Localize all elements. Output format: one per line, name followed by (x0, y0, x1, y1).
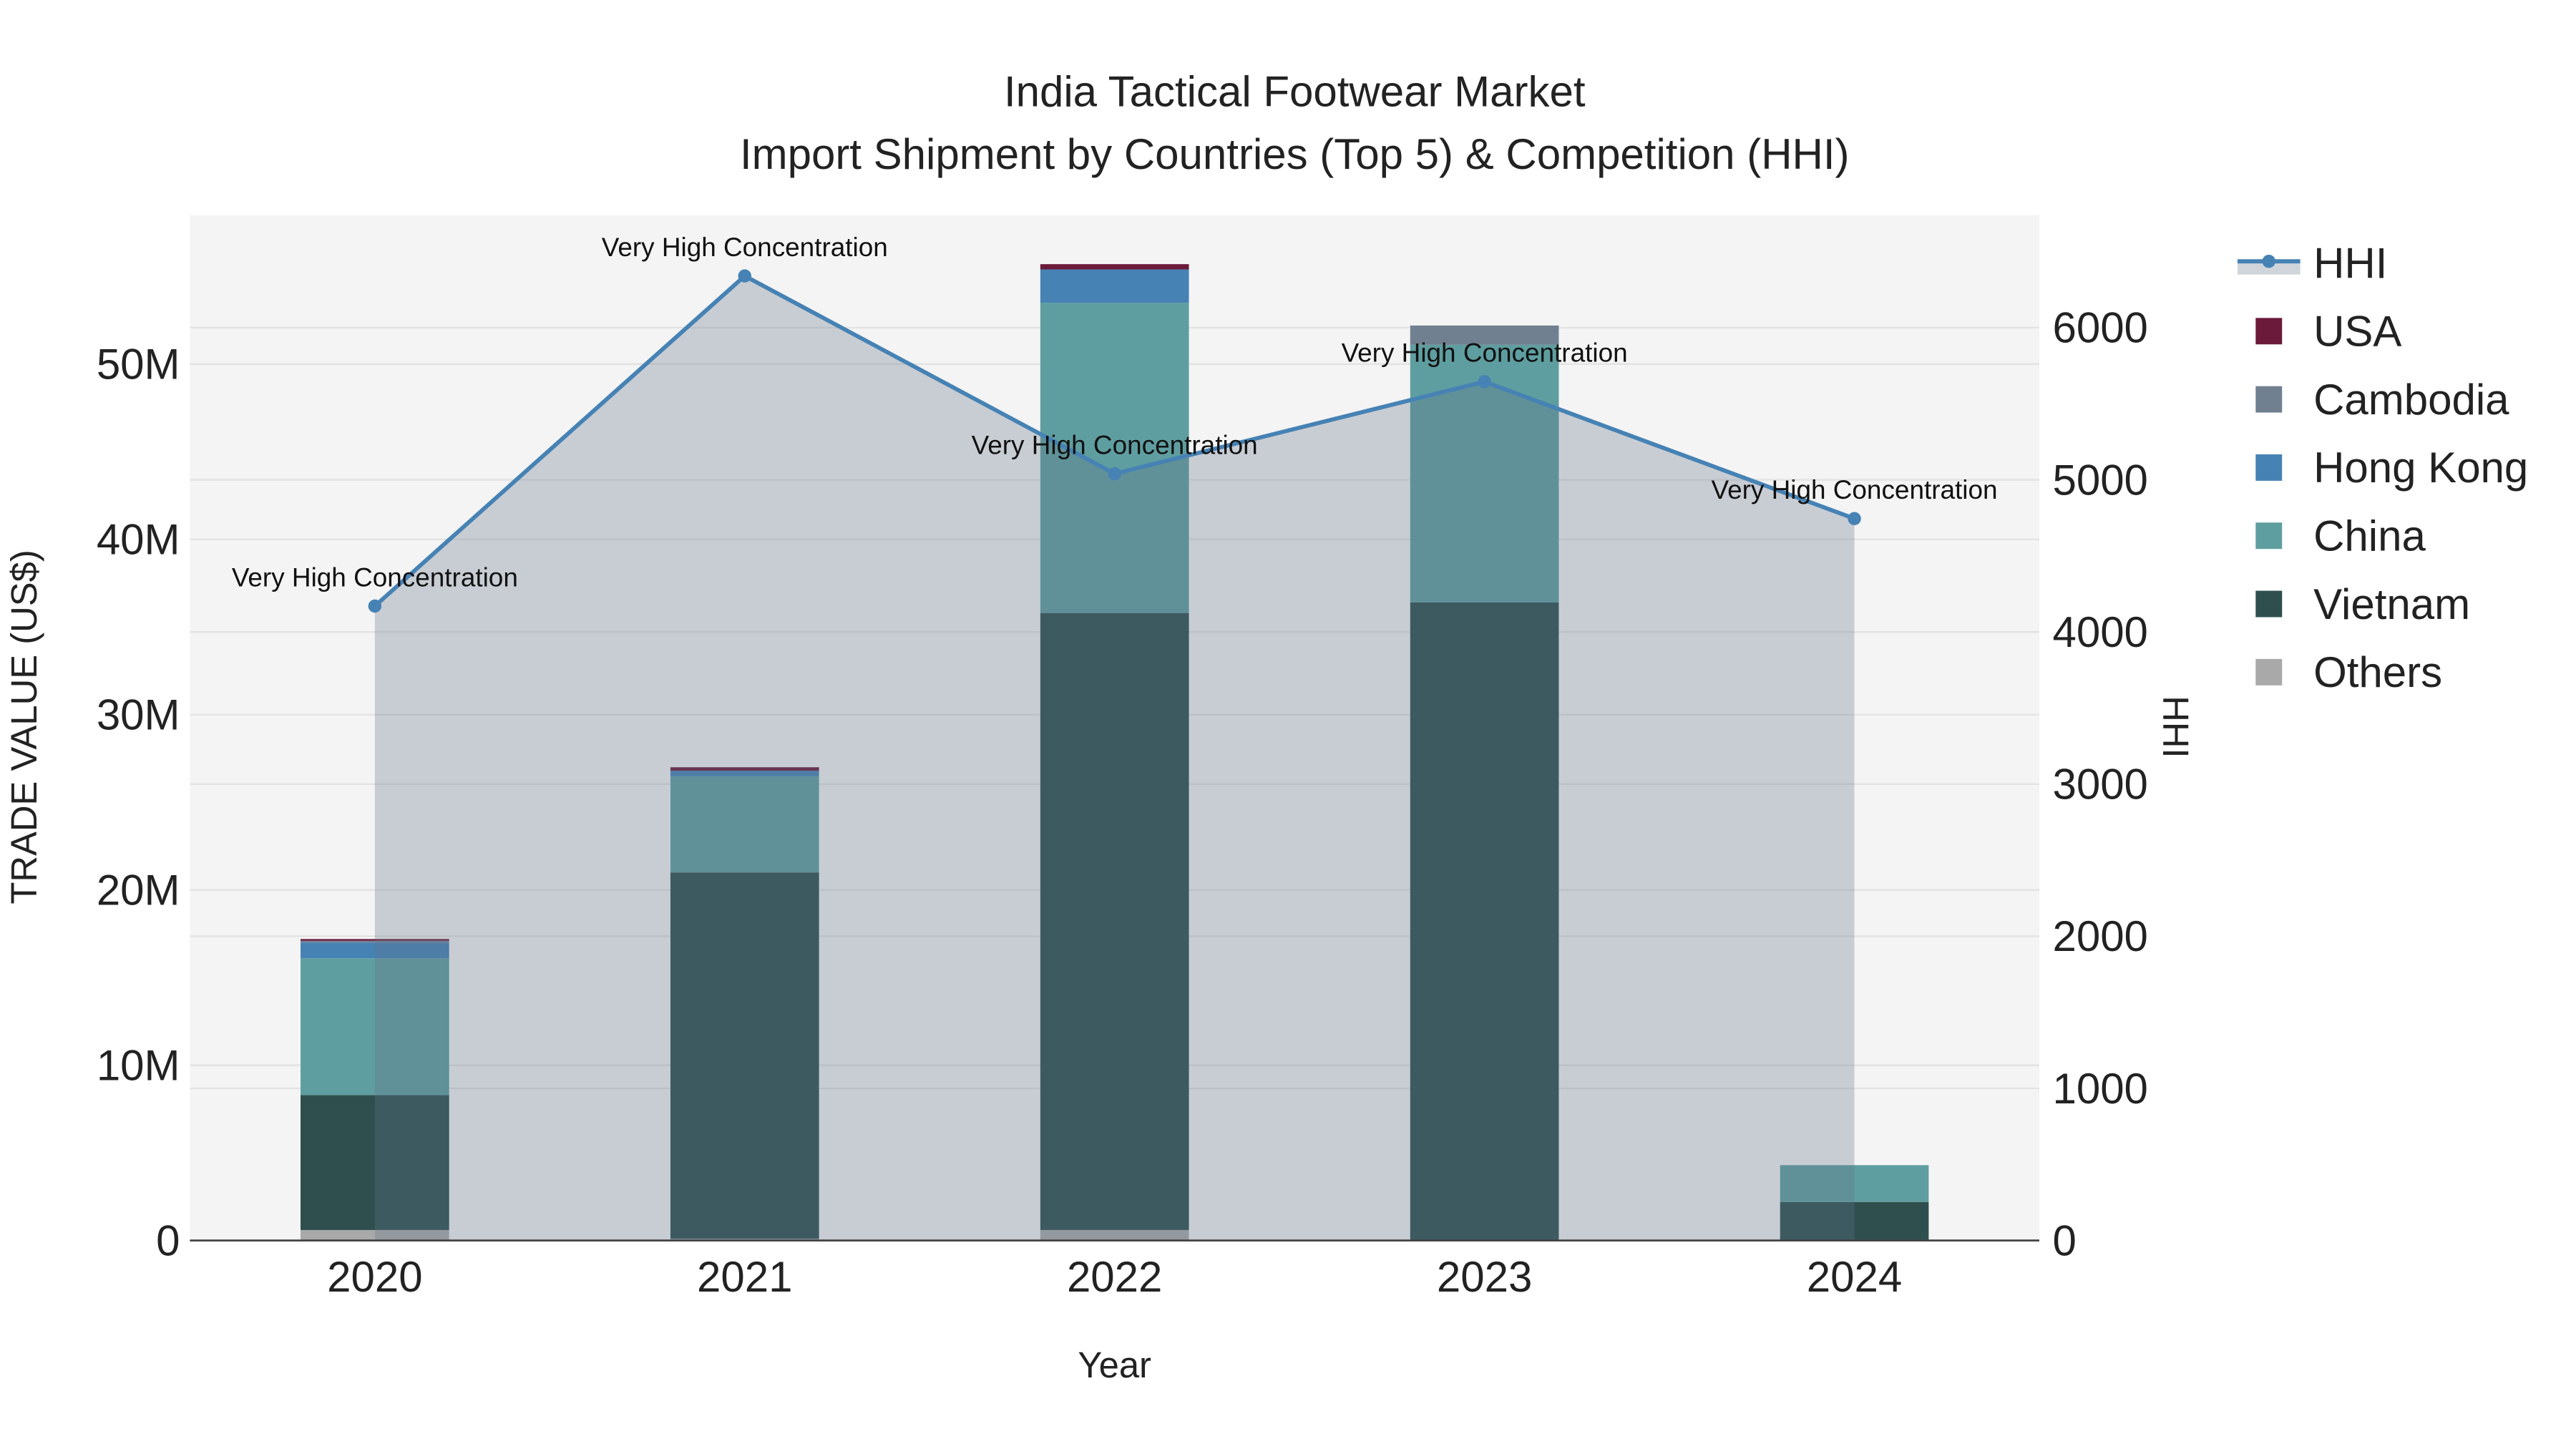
legend-label: Vietnam (2313, 580, 2470, 628)
hhi-annotation: Very High Concentration (1342, 338, 1628, 368)
legend-label: Hong Kong (2313, 444, 2528, 492)
y2-tick-label: 5000 (2052, 456, 2147, 504)
y-tick-label: 30M (97, 691, 180, 739)
legend-swatch (2255, 522, 2283, 550)
hhi-annotation: Very High Concentration (1712, 475, 1998, 504)
y-tick-label: 50M (97, 341, 180, 389)
legend-label: China (2313, 512, 2426, 560)
hhi-annotation: Very High Concentration (602, 233, 888, 262)
x-tick-label: 2023 (1437, 1253, 1532, 1301)
chart-subtitle: Import Shipment by Countries (Top 5) & C… (740, 130, 1850, 178)
y2-axis-title: HHI (2155, 696, 2196, 758)
hhi-point-2024[interactable] (1848, 512, 1861, 525)
chart: India Tactical Footwear Market Import Sh… (0, 0, 2576, 1449)
chart-title: India Tactical Footwear Market (1004, 67, 1586, 115)
x-axis-title: Year (1078, 1345, 1151, 1385)
x-tick-label: 2020 (327, 1253, 422, 1301)
y2-tick-label: 4000 (2052, 608, 2147, 656)
y2-tick-label: 1000 (2052, 1065, 2147, 1113)
y2-tick-label: 2000 (2052, 912, 2147, 960)
legend-swatch (2255, 658, 2283, 686)
y2-tick-label: 0 (2052, 1216, 2076, 1264)
legend-label: Cambodia (2313, 376, 2509, 424)
y-tick-label: 10M (97, 1041, 180, 1089)
legend-swatch (2255, 318, 2283, 345)
legend-label: USA (2313, 308, 2401, 356)
hhi-point-2023[interactable] (1478, 375, 1491, 389)
x-tick-label: 2024 (1807, 1253, 1902, 1301)
y-tick-label: 20M (97, 866, 180, 914)
hhi-point-2020[interactable] (368, 599, 382, 613)
hhi-annotation: Very High Concentration (972, 430, 1258, 459)
bar-hong-kong-2022[interactable] (1040, 269, 1189, 303)
y-tick-label: 40M (97, 516, 180, 564)
legend-label: HHI (2313, 239, 2387, 287)
hhi-point-2021[interactable] (738, 269, 751, 283)
y2-tick-label: 6000 (2052, 304, 2147, 352)
x-tick-label: 2022 (1067, 1253, 1162, 1301)
bar-usa-2022[interactable] (1040, 264, 1189, 270)
y-axis-title: TRADE VALUE (US$) (4, 550, 44, 904)
x-tick-label: 2021 (697, 1253, 792, 1301)
hhi-point-2022[interactable] (1108, 467, 1121, 481)
legend-swatch (2255, 454, 2283, 481)
legend-label: Others (2313, 648, 2442, 696)
hhi-annotation: Very High Concentration (232, 562, 518, 592)
legend-swatch (2255, 386, 2283, 413)
legend-swatch (2255, 590, 2283, 618)
y-tick-label: 0 (156, 1216, 180, 1264)
legend-swatch-marker (2262, 254, 2275, 268)
y2-tick-label: 3000 (2052, 761, 2147, 809)
